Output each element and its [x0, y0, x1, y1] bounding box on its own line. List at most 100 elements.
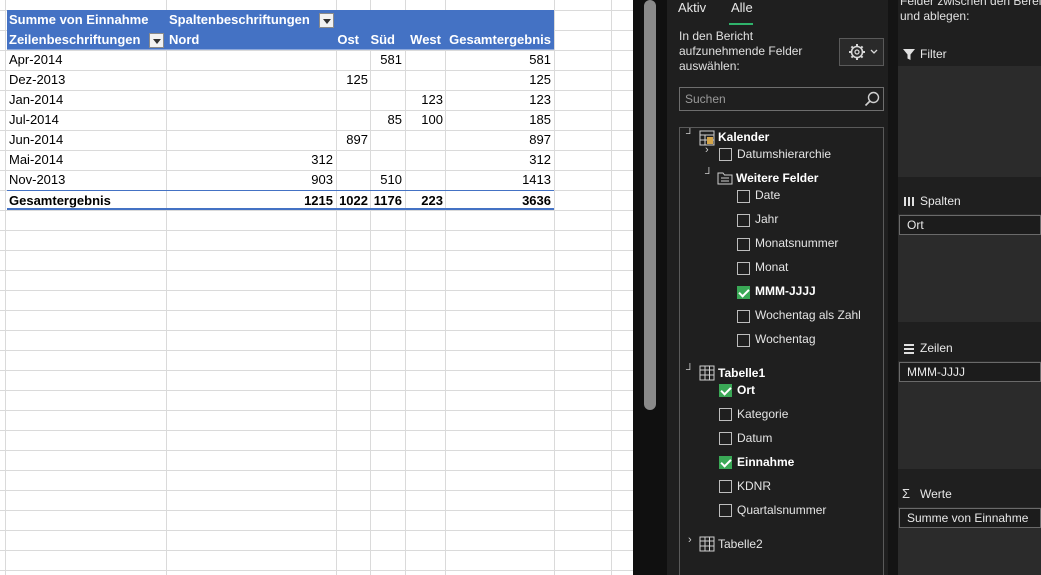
- field-search-input[interactable]: [679, 87, 884, 111]
- values-drop-zone[interactable]: Summe von Einnahme: [898, 507, 1041, 575]
- row-label[interactable]: Nov-2013: [9, 170, 159, 190]
- grand-total-ost[interactable]: 1022: [337, 191, 368, 211]
- checkbox-date[interactable]: [737, 190, 750, 203]
- column-header-total[interactable]: Gesamtergebnis: [447, 30, 551, 50]
- field-list[interactable]: ┘ Kalender › Datumshierarchie ┘ Weitere …: [679, 127, 884, 575]
- search-icon[interactable]: [863, 90, 881, 108]
- pane-scrollbar-thumb[interactable]: [644, 0, 656, 410]
- checkbox-datumshierarchie[interactable]: [719, 148, 732, 161]
- cell-sued[interactable]: [371, 130, 402, 150]
- cell-ost[interactable]: [337, 50, 368, 70]
- cell-total[interactable]: 581: [447, 50, 551, 70]
- checkbox-wochentag-als-zahl[interactable]: [737, 310, 750, 323]
- columns-field-chip[interactable]: Ort: [899, 215, 1041, 235]
- field-ort[interactable]: Ort: [737, 380, 755, 400]
- cell-total[interactable]: 312: [447, 150, 551, 170]
- cell-west[interactable]: [406, 170, 443, 190]
- rows-field-chip[interactable]: MMM-JJJJ: [899, 362, 1041, 382]
- row-label[interactable]: Jun-2014: [9, 130, 159, 150]
- pivot-row[interactable]: Nov-2013 903 510 1413: [7, 170, 554, 190]
- column-header-nord[interactable]: Nord: [169, 30, 229, 50]
- pivot-row[interactable]: Dez-2013 125 125: [7, 70, 554, 90]
- row-label[interactable]: Dez-2013: [9, 70, 159, 90]
- field-datumshierarchie[interactable]: Datumshierarchie: [737, 144, 831, 164]
- cell-total[interactable]: 125: [447, 70, 551, 90]
- field-wochentag-als-zahl[interactable]: Wochentag als Zahl: [755, 305, 861, 325]
- cell-sued[interactable]: [371, 150, 402, 170]
- grand-total-west[interactable]: 223: [406, 191, 443, 211]
- column-header-west[interactable]: West: [405, 30, 441, 50]
- table-name-tabelle2[interactable]: Tabelle2: [718, 534, 763, 554]
- cell-west[interactable]: [406, 50, 443, 70]
- columns-drop-zone[interactable]: Ort: [898, 214, 1041, 322]
- cell-nord[interactable]: 312: [267, 150, 333, 170]
- cell-sued[interactable]: 510: [371, 170, 402, 190]
- field-mmm-jjjj[interactable]: MMM-JJJJ: [755, 281, 816, 301]
- field-monat[interactable]: Monat: [755, 257, 788, 277]
- row-label[interactable]: Jul-2014: [9, 110, 159, 130]
- values-field-chip[interactable]: Summe von Einnahme: [899, 508, 1041, 528]
- rows-drop-zone[interactable]: MMM-JJJJ: [898, 361, 1041, 469]
- collapse-kalender-icon[interactable]: ┘: [686, 128, 696, 148]
- cell-nord[interactable]: [267, 70, 333, 90]
- expand-tabelle2-icon[interactable]: ›: [688, 534, 698, 554]
- pivot-row[interactable]: Apr-2014 581 581: [7, 50, 554, 70]
- checkbox-quartalsnummer[interactable]: [719, 504, 732, 517]
- cell-west[interactable]: 123: [406, 90, 443, 110]
- cell-ost[interactable]: [337, 150, 368, 170]
- cell-nord[interactable]: 903: [267, 170, 333, 190]
- checkbox-ort[interactable]: [719, 384, 732, 397]
- column-filter-dropdown-icon[interactable]: [319, 13, 334, 28]
- tab-alle[interactable]: Alle: [731, 0, 753, 22]
- field-datum[interactable]: Datum: [737, 428, 772, 448]
- pivot-row[interactable]: Jun-2014 897 897: [7, 130, 554, 150]
- row-label[interactable]: Apr-2014: [9, 50, 159, 70]
- grand-total-label[interactable]: Gesamtergebnis: [9, 191, 159, 211]
- column-header-ost[interactable]: Ost: [307, 30, 359, 50]
- checkbox-wochentag[interactable]: [737, 334, 750, 347]
- field-list-settings-button[interactable]: [839, 38, 884, 66]
- pivot-column-labels[interactable]: Spaltenbeschriftungen: [169, 10, 319, 30]
- field-kdnr[interactable]: KDNR: [737, 476, 771, 496]
- cell-nord[interactable]: [267, 50, 333, 70]
- cell-ost[interactable]: [337, 110, 368, 130]
- pivot-value-field-label[interactable]: Summe von Einnahme: [9, 10, 165, 30]
- cell-sued[interactable]: 581: [371, 50, 402, 70]
- checkbox-kategorie[interactable]: [719, 408, 732, 421]
- checkbox-kdnr[interactable]: [719, 480, 732, 493]
- filter-drop-zone[interactable]: [898, 66, 1041, 177]
- field-monatsnummer[interactable]: Monatsnummer: [755, 233, 838, 253]
- expand-datumshierarchie-icon[interactable]: ›: [705, 144, 715, 164]
- checkbox-monat[interactable]: [737, 262, 750, 275]
- cell-ost[interactable]: [337, 90, 368, 110]
- checkbox-einnahme[interactable]: [719, 456, 732, 469]
- cell-sued[interactable]: 85: [371, 110, 402, 130]
- field-einnahme[interactable]: Einnahme: [737, 452, 794, 472]
- tab-aktiv[interactable]: Aktiv: [678, 0, 706, 22]
- row-label[interactable]: Mai-2014: [9, 150, 159, 170]
- cell-ost[interactable]: [337, 170, 368, 190]
- checkbox-monatsnummer[interactable]: [737, 238, 750, 251]
- cell-ost[interactable]: 125: [337, 70, 368, 90]
- cell-sued[interactable]: [371, 70, 402, 90]
- cell-ost[interactable]: 897: [337, 130, 368, 150]
- collapse-tabelle1-icon[interactable]: ┘: [686, 364, 696, 384]
- pivot-row[interactable]: Jul-2014 85 100 185: [7, 110, 554, 130]
- worksheet[interactable]: Summe von Einnahme Spaltenbeschriftungen…: [0, 0, 633, 575]
- pivot-row-labels[interactable]: Zeilenbeschriftungen: [9, 30, 149, 50]
- pivot-row[interactable]: Jan-2014 123 123: [7, 90, 554, 110]
- field-date[interactable]: Date: [755, 185, 780, 205]
- cell-west[interactable]: 100: [406, 110, 443, 130]
- checkbox-mmm-jjjj[interactable]: [737, 286, 750, 299]
- cell-total[interactable]: 897: [447, 130, 551, 150]
- pivot-row[interactable]: Mai-2014 312 312: [7, 150, 554, 170]
- cell-west[interactable]: [406, 150, 443, 170]
- field-jahr[interactable]: Jahr: [755, 209, 778, 229]
- pane-scrollbar-track[interactable]: [633, 0, 667, 575]
- pivot-grand-total-row[interactable]: Gesamtergebnis 1215 1022 1176 223 3636: [7, 190, 554, 210]
- grand-total-sued[interactable]: 1176: [371, 191, 402, 211]
- grand-total-total[interactable]: 3636: [447, 191, 551, 211]
- cell-west[interactable]: [406, 130, 443, 150]
- row-filter-dropdown-icon[interactable]: [149, 33, 164, 48]
- field-kategorie[interactable]: Kategorie: [737, 404, 788, 424]
